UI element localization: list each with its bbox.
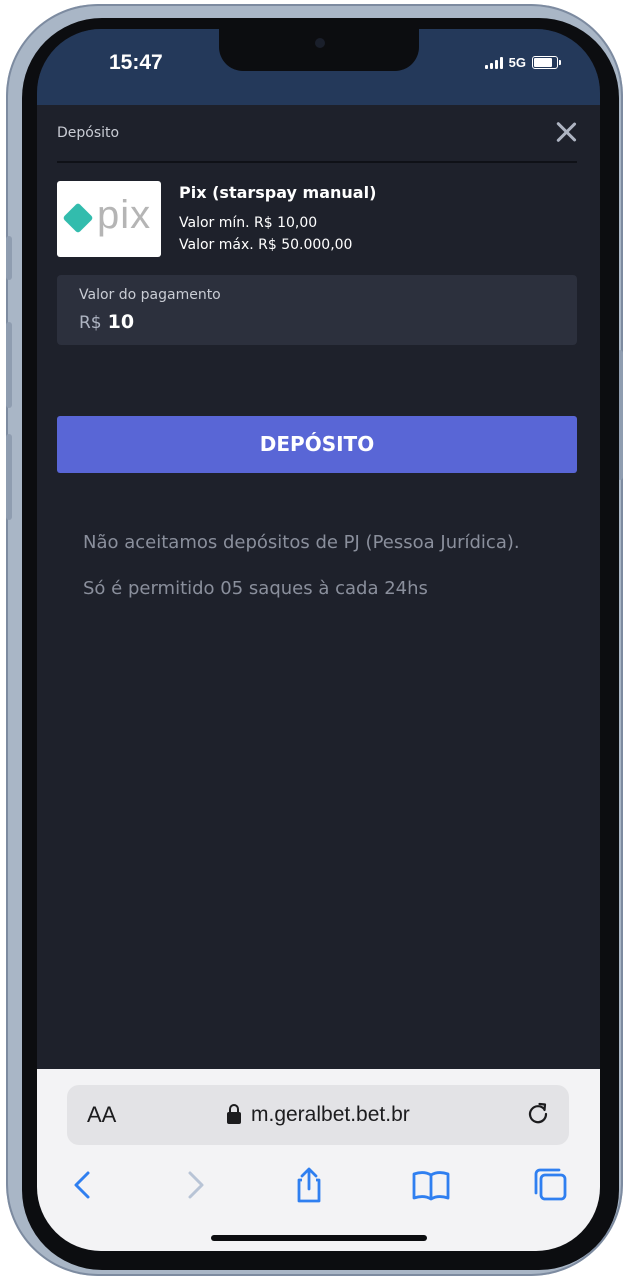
method-name: Pix (starspay manual) — [179, 183, 377, 202]
method-min-value: Valor mín. R$ 10,00 — [179, 215, 318, 231]
modal-title: Depósito — [57, 125, 120, 141]
pix-logo-text: pix — [97, 193, 152, 237]
browser-chrome: AA m.geralbet.bet.br — [37, 1069, 600, 1251]
method-max-value: Valor máx. R$ 50.000,00 — [179, 237, 353, 253]
deposit-button[interactable]: DEPÓSITO — [57, 416, 577, 473]
notice-withdrawals: Só é permitido 05 saques à cada 24hs — [83, 578, 428, 599]
modal-header: Depósito — [57, 121, 577, 163]
clock: 15:47 — [109, 51, 163, 74]
amount-value[interactable]: 10 — [108, 311, 134, 333]
address-bar[interactable]: AA m.geralbet.bet.br — [67, 1085, 569, 1145]
status-bar: 15:47 5G — [37, 29, 600, 105]
forward-icon[interactable] — [175, 1165, 215, 1205]
bookmarks-icon[interactable] — [411, 1165, 451, 1205]
reader-settings-button[interactable]: AA — [87, 1102, 116, 1128]
amount-label: Valor do pagamento — [79, 287, 221, 303]
notice-pj: Não aceitamos depósitos de PJ (Pessoa Ju… — [83, 532, 520, 553]
pix-logo: pix — [57, 181, 161, 257]
network-type: 5G — [508, 55, 526, 70]
battery-icon — [532, 56, 561, 69]
volume-down-button — [6, 434, 12, 520]
amount-field[interactable]: Valor do pagamento R$ 10 — [57, 275, 577, 345]
url-text: m.geralbet.bet.br — [251, 1103, 410, 1126]
share-icon[interactable] — [289, 1165, 329, 1205]
close-icon[interactable] — [553, 119, 579, 145]
reload-icon[interactable] — [525, 1101, 551, 1127]
url-display[interactable]: m.geralbet.bet.br — [227, 1103, 410, 1127]
mute-switch — [6, 236, 12, 280]
amount-row: R$ 10 — [79, 311, 134, 333]
tabs-icon[interactable] — [531, 1165, 571, 1205]
lock-icon — [227, 1104, 241, 1124]
signal-icon — [484, 56, 503, 69]
home-indicator — [211, 1235, 427, 1241]
volume-up-button — [6, 322, 12, 408]
screen: 15:47 5G Depósito pix Pix (starspay manu… — [37, 29, 600, 1251]
currency-symbol: R$ — [79, 313, 102, 333]
back-icon[interactable] — [63, 1165, 103, 1205]
payment-method: pix Pix (starspay manual) Valor mín. R$ … — [57, 181, 577, 261]
notch — [219, 29, 419, 71]
status-icons: 5G — [484, 55, 561, 70]
pix-diamond-icon — [62, 202, 94, 234]
front-camera — [315, 38, 325, 48]
